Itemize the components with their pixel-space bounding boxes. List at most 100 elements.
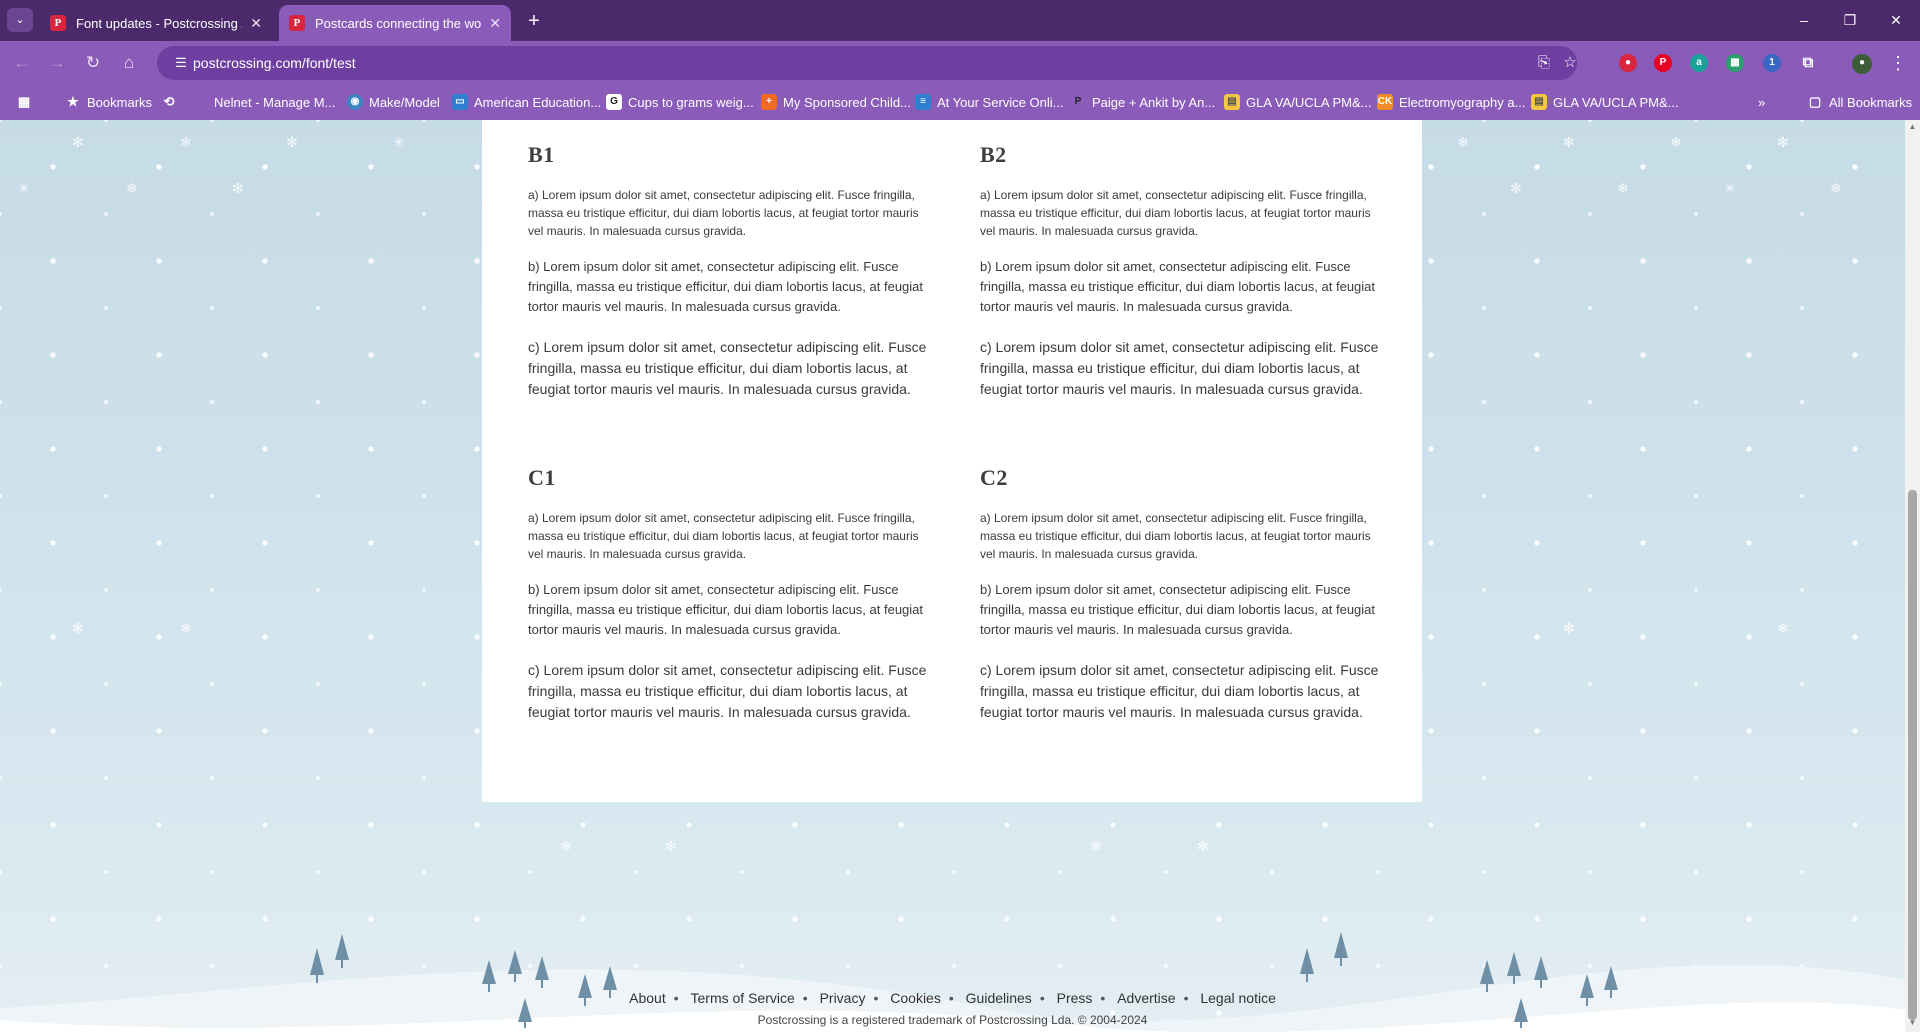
snowflake-icon: ❄ [1830,180,1842,196]
trademark-notice: Postcrossing is a registered trademark o… [757,1013,1148,1027]
arrow-left-icon: ← [13,53,31,72]
close-icon[interactable]: ✕ [250,15,262,32]
footer-link-terms[interactable]: Terms of Service [691,990,795,1006]
paragraph-a: a) Lorem ipsum dolor sit amet, consectet… [980,511,1371,561]
extensions-puzzle-icon[interactable]: ⧉ [1799,54,1817,72]
address-bar[interactable]: ☰ postcrossing.com/font/test ⎘ ☆ [157,46,1577,80]
all-bookmarks[interactable]: ▢ All Bookmarks [1807,92,1912,112]
minimize-button[interactable]: – [1781,0,1827,41]
doc-favicon-icon: ▤ [1531,94,1547,110]
site-info-icon[interactable]: ☰ [171,53,191,73]
url-text[interactable]: postcrossing.com/font/test [193,55,356,71]
close-icon[interactable]: ✕ [489,15,501,32]
footer-link-advertise[interactable]: Advertise [1117,990,1175,1006]
bookmark-sponsored-child[interactable]: + My Sponsored Child... [761,92,911,112]
snowflake-icon: ❄ [1090,838,1102,854]
section-heading: B1 [528,142,555,167]
pinterest-extension-icon[interactable]: P [1654,54,1672,72]
snowflake-icon: ✻ [1563,620,1575,636]
history-icon[interactable]: ⟲ [161,92,183,112]
browser-toolbar: ← → ↻ ⌂ ☰ postcrossing.com/font/test ⎘ ☆… [0,41,1920,84]
bookmark-nelnet[interactable]: Nelnet - Manage M... [214,92,335,112]
paragraph-c: c) Lorem ipsum dolor sit amet, consectet… [528,339,927,397]
paragraph-a: a) Lorem ipsum dolor sit amet, consectet… [980,188,1371,238]
bookmark-label: American Education... [474,94,602,110]
snowflake-icon: ❄ [1670,134,1682,150]
more-bookmarks-chevron-icon[interactable]: » [1758,92,1765,112]
footer-links: About • Terms of Service • Privacy • Cookie… [0,990,1905,1006]
footer-link-cookies[interactable]: Cookies [890,990,941,1006]
bookmark-bookmarks[interactable]: ★ Bookmarks [65,92,152,112]
tab-search-button[interactable]: ⌄ [7,8,33,32]
tab-font-updates[interactable]: P Font updates - Postcrossing / B ✕ [40,5,272,41]
snowflake-icon: ❄ [1457,134,1469,150]
forward-button[interactable]: → [43,49,71,77]
footer-separator: • [1100,990,1106,1006]
bookmark-at-your-service[interactable]: ≡ At Your Service Onli... [915,92,1063,112]
tab-title: Postcards connecting the world [315,15,481,31]
footer-link-press[interactable]: Press [1057,990,1093,1006]
menu-dots-icon[interactable]: ⋮ [1888,50,1908,76]
snowflake-icon: ✳ [1724,180,1736,196]
paragraph-b: b) Lorem ipsum dolor sit amet, consectet… [528,582,924,637]
paragraph-b: b) Lorem ipsum dolor sit amet, consectet… [980,259,1376,314]
extension-red-icon[interactable]: ● [1619,54,1637,72]
section-b1: B1 a) Lorem ipsum dolor sit amet, consec… [528,142,928,400]
extension-a-icon[interactable]: a [1690,54,1708,72]
footer-separator: • [673,990,679,1006]
plus-icon: + [528,10,540,32]
paragraph-b: b) Lorem ipsum dolor sit amet, consectet… [980,582,1376,637]
arrow-right-icon: → [48,53,66,72]
section-heading: B2 [980,142,1007,167]
bookmark-american-education[interactable]: ▭ American Education... [452,92,601,112]
tab-title: Font updates - Postcrossing / B [76,15,242,31]
font-test-card: B1 a) Lorem ipsum dolor sit amet, consec… [482,120,1422,802]
snowflake-icon: ✻ [1197,838,1209,854]
footer-link-guidelines[interactable]: Guidelines [966,990,1032,1006]
home-button[interactable]: ⌂ [115,49,143,77]
footer-link-about[interactable]: About [629,990,666,1006]
extension-shield-icon[interactable]: 1 [1763,54,1781,72]
snowflake-icon: ❄ [180,620,192,636]
apps-grid-icon[interactable]: ▦ [16,92,38,112]
bookmark-gla-va-1[interactable]: ▤ GLA VA/UCLA PM&... [1224,92,1371,112]
section-c1: C1 a) Lorem ipsum dolor sit amet, consec… [528,465,928,723]
page-scrollbar[interactable]: ▲ ▼ [1905,120,1920,1032]
footer-link-privacy[interactable]: Privacy [820,990,866,1006]
back-button[interactable]: ← [8,49,36,77]
bookmark-cups-to-grams[interactable]: G Cups to grams weig... [606,92,754,112]
bookmarks-bar: ▦ ★ Bookmarks ⟲ Nelnet - Manage M... ◉ M… [0,84,1920,120]
footer-separator: • [1039,990,1045,1006]
bookmark-label: Electromyography a... [1399,94,1526,110]
bookmark-label: GLA VA/UCLA PM&... [1246,94,1372,110]
extension-grid-icon[interactable]: ▦ [1726,54,1744,72]
reload-icon: ↻ [85,53,101,72]
bookmark-make-model[interactable]: ◉ Make/Model [347,92,440,112]
bookmark-label: GLA VA/UCLA PM&... [1553,94,1679,110]
tab-postcards[interactable]: P Postcards connecting the world ✕ [279,5,511,41]
cg-favicon-icon: G [606,94,622,110]
bookmark-gla-va-2[interactable]: ▤ GLA VA/UCLA PM&... [1531,92,1678,112]
paragraph-c: c) Lorem ipsum dolor sit amet, consectet… [528,662,927,720]
bookmark-star-icon[interactable]: ☆ [1559,52,1581,74]
snowflake-icon: ❄ [126,180,138,196]
scrollbar-thumb[interactable] [1908,490,1917,1020]
profile-avatar-icon[interactable]: ● [1852,54,1872,74]
bookmark-paige-ankit[interactable]: P Paige + Ankit by An... [1070,92,1216,112]
snowflake-icon: ❄ [560,838,572,854]
scroll-up-icon[interactable]: ▲ [1908,122,1917,132]
new-tab-button[interactable]: + [520,7,548,35]
paragraph-b: b) Lorem ipsum dolor sit amet, consectet… [528,259,924,314]
scroll-down-icon[interactable]: ▼ [1908,1018,1917,1028]
install-app-icon[interactable]: ⎘ [1533,52,1555,74]
bookmark-electromyography[interactable]: CK Electromyography a... [1377,92,1525,112]
restore-button[interactable]: ❐ [1827,0,1873,41]
star-icon: ★ [67,94,79,109]
section-b2: B2 a) Lorem ipsum dolor sit amet, consec… [980,142,1380,400]
snowflake-icon: ✻ [72,134,84,150]
reload-button[interactable]: ↻ [79,49,107,77]
close-window-button[interactable]: ✕ [1873,0,1919,41]
aes-favicon-icon: ▭ [452,94,468,110]
snowflake-icon: ✻ [72,620,84,636]
footer-link-legal[interactable]: Legal notice [1200,990,1276,1006]
